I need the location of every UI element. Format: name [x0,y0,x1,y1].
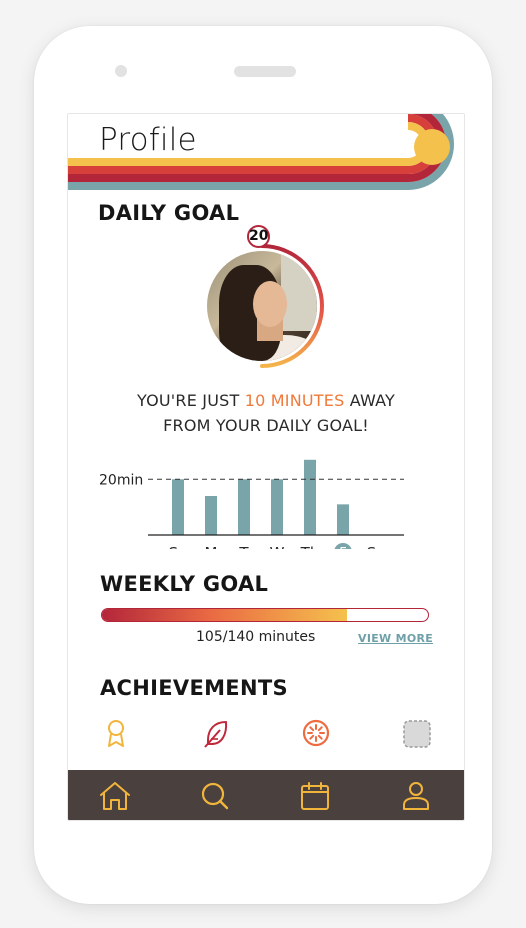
weekly-goal-title: WEEKLY GOAL [100,572,269,596]
chart-day-label: Su [168,544,187,549]
search-icon[interactable] [198,781,232,811]
speaker-grill [234,66,296,77]
chart-day-label: M [205,544,218,549]
chart-day-label: Sa [367,544,386,549]
phone-frame: Profile DAILY GOAL 20 YOU'RE JUST 10 MIN… [34,26,492,904]
chart-bar-m [205,496,217,535]
user-icon[interactable] [399,781,433,811]
feather-icon[interactable] [202,718,230,750]
view-more-link[interactable]: VIEW MORE [358,632,433,645]
ribbon-award-icon[interactable] [104,718,128,750]
chart-day-label: F [339,546,346,549]
weekly-progress-text: 105/140 minutes [196,629,316,645]
home-icon[interactable] [98,781,132,811]
weekly-progress-fill [102,609,347,621]
chart-day-label: Th [300,544,320,549]
camera-dot [115,65,127,77]
avatar[interactable] [207,251,317,361]
chart-bar-f [337,504,349,535]
daily-minutes-chart: Su M T W Th F Sa 20min [99,459,404,549]
page-title: Profile [99,122,197,158]
chart-bar-th [304,459,316,535]
message-prefix: YOU'RE JUST [136,391,245,410]
app-screen: Profile DAILY GOAL 20 YOU'RE JUST 10 MIN… [67,113,465,821]
message-suffix: AWAY [344,391,396,410]
chart-bar-t [238,479,250,535]
chart-bar-su [172,479,184,535]
achievements-title: ACHIEVEMENTS [100,676,288,700]
chart-bar-w [271,479,283,535]
daily-goal-badge: 20 [247,225,270,248]
message-accent: 10 MINUTES [244,391,345,410]
weekly-progress-bar [101,608,429,622]
message-line2: FROM YOUR DAILY GOAL! [163,416,369,435]
daily-goal-message: YOU'RE JUST 10 MINUTES AWAY FROM YOUR DA… [68,388,464,438]
sun-wheel-icon[interactable] [301,718,331,750]
chart-day-label: W [270,544,285,549]
calendar-icon[interactable] [298,781,332,811]
chart-reference-label: 20min [99,472,143,488]
daily-goal-title: DAILY GOAL [98,201,240,225]
chart-day-label: T [238,544,249,549]
bottom-nav [68,770,464,820]
locked-placeholder-icon [403,720,431,748]
